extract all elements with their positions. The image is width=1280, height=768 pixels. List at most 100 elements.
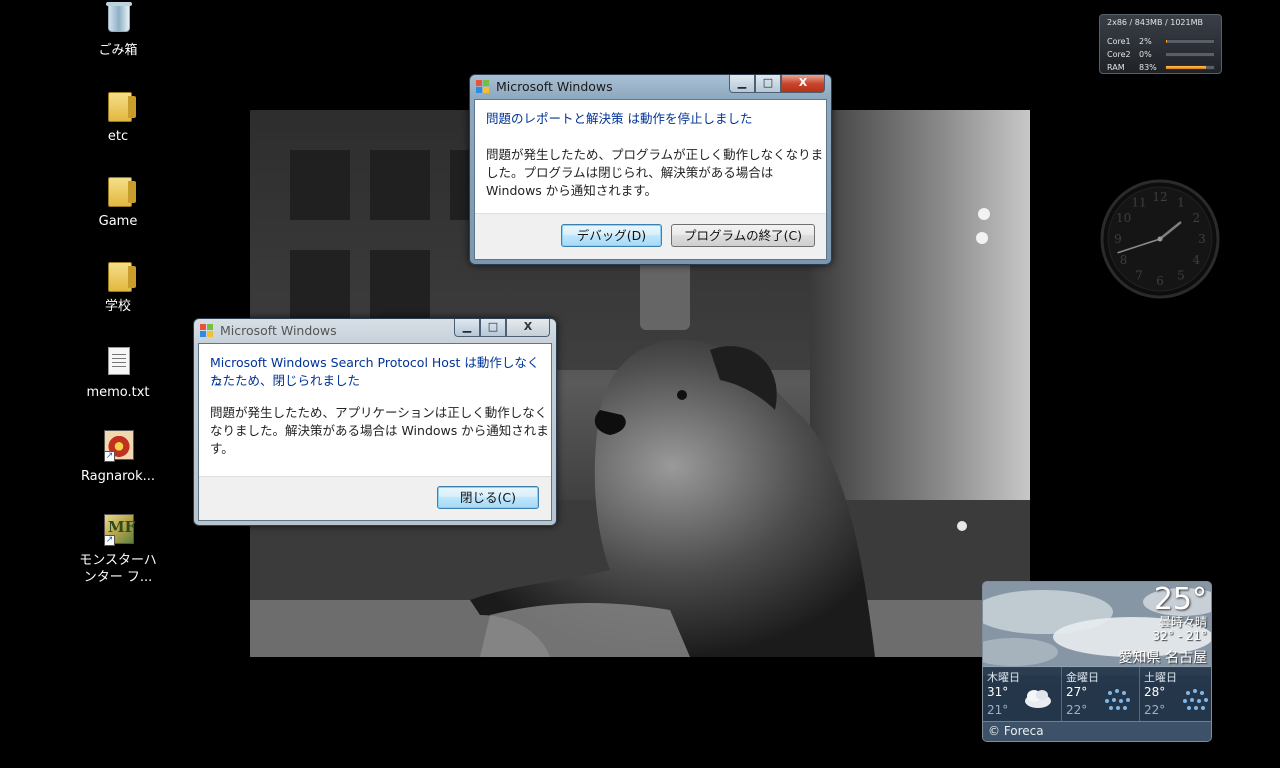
clock-number: 4: [1193, 253, 1201, 267]
desktop-icon-ragnarok[interactable]: ↗ Ragnarok...: [73, 430, 163, 485]
meter-header: 2x86 / 843MB / 1021MB: [1107, 18, 1203, 27]
monster-hunter-shortcut-icon: MF ↗: [102, 514, 135, 548]
body-text-line-1: 問題が発生したため、アプリケーションは正しく動作しなく: [210, 405, 548, 420]
cloud-icon: [1025, 690, 1051, 708]
close-button[interactable]: 閉じる(C): [437, 486, 539, 509]
forecast-day: 木曜日 31° 21°: [983, 667, 1057, 723]
desktop-icon-label: ごみ箱: [98, 43, 138, 58]
forecast-high: 31°: [987, 685, 1009, 699]
location: 愛知県 名古屋: [1118, 650, 1207, 666]
maximize-button[interactable]: □: [755, 75, 781, 93]
forecast-day-name: 木曜日: [987, 671, 1020, 684]
body-text-line-2: なりました。解決策がある場合は Windows から通知されま: [210, 423, 549, 438]
windows-logo-icon: [476, 80, 490, 94]
forecast-low: 22°: [1144, 703, 1166, 717]
clock-number: 12: [1152, 190, 1167, 204]
desktop-icon-monster-hunter[interactable]: MF ↗ モンスターハンター フ...: [73, 514, 163, 586]
title-bar[interactable]: Microsoft Windows ▁ □ X: [470, 75, 831, 99]
clock-number: 10: [1116, 211, 1131, 225]
windows-logo-icon: [200, 324, 214, 338]
forecast-low: 22°: [1066, 703, 1088, 717]
desktop-icon-label: モンスターハンター フ...: [79, 553, 157, 585]
window-title: Microsoft Windows: [496, 79, 613, 94]
forecast-strip: 木曜日 31° 21° 金曜日 27° 22° 土曜日 28° 22°: [983, 666, 1211, 723]
desktop-icon-memo-txt[interactable]: memo.txt: [73, 346, 163, 401]
clock-number: 5: [1177, 268, 1185, 282]
meter-percent: 2%: [1139, 37, 1152, 46]
meter-row-core1: Core1 2%: [1107, 37, 1217, 47]
clock-number: 11: [1131, 196, 1146, 210]
forecast-day-name: 土曜日: [1144, 671, 1177, 684]
meter-row-ram: RAM 83%: [1107, 63, 1217, 73]
folder-icon: [102, 90, 136, 124]
shortcut-arrow-icon: ↗: [104, 451, 115, 462]
close-button[interactable]: X: [506, 319, 550, 337]
clock-number: 8: [1120, 253, 1128, 267]
weather-condition: 曇時々晴: [1158, 615, 1207, 629]
title-bar[interactable]: Microsoft Windows ▁ □ X: [194, 319, 556, 343]
desktop-icon-label: memo.txt: [86, 385, 150, 400]
forecast-day: 金曜日 27° 22°: [1061, 667, 1135, 723]
clock-number: 1: [1177, 196, 1185, 210]
desktop-icon-game-folder[interactable]: Game: [73, 175, 163, 230]
recycle-bin-icon: [102, 2, 134, 38]
clock-number: 3: [1198, 232, 1206, 246]
weather-gadget[interactable]: 25° 曇時々晴 32° - 21° 愛知県 名古屋 木曜日 31° 21° 金…: [982, 581, 1212, 742]
window-title: Microsoft Windows: [220, 323, 337, 338]
desktop-icon-label: Game: [98, 214, 138, 229]
folder-icon: [102, 175, 136, 209]
meter-label: RAM: [1107, 63, 1125, 72]
forecast-low: 21°: [987, 703, 1009, 717]
meter-bar: [1165, 52, 1215, 57]
button-bar: 閉じる(C): [199, 476, 551, 520]
meter-percent: 83%: [1139, 63, 1157, 72]
desktop-icon-label: Ragnarok...: [80, 469, 156, 484]
dialog-content: Microsoft Windows Search Protocol Host は…: [198, 343, 552, 521]
clock-number: 6: [1156, 274, 1164, 288]
desktop-icon-school-folder[interactable]: 学校: [73, 260, 163, 315]
forecast-day-name: 金曜日: [1066, 671, 1099, 684]
body-text-line-2: した。プログラムは閉じられ、解決策がある場合は: [486, 165, 774, 180]
ragnarok-shortcut-icon: ↗: [102, 430, 134, 464]
current-temperature: 25°: [1153, 582, 1207, 617]
body-text-line-1: 問題が発生したため、プログラムが正しく動作しなくなりま: [486, 147, 824, 162]
meter-bar: [1165, 39, 1215, 44]
desktop-icon-etc-folder[interactable]: etc: [73, 90, 163, 145]
folder-icon: [102, 260, 136, 294]
forecast-day: 土曜日 28° 22°: [1139, 667, 1211, 723]
meter-label: Core2: [1107, 50, 1131, 59]
button-bar: デバッグ(D) プログラムの終了(C): [475, 213, 826, 259]
minimize-button[interactable]: ▁: [454, 319, 480, 337]
clock-gadget[interactable]: 12 1 2 3 4 5 6 7 8 9 10 11: [1100, 177, 1220, 301]
forecast-high: 27°: [1066, 685, 1088, 699]
rain-icon: [1105, 689, 1130, 710]
shortcut-arrow-icon: ↗: [104, 535, 115, 546]
body-text-line-3: Windows から通知されます。: [486, 183, 658, 198]
desktop-icon-recycle-bin[interactable]: ごみ箱: [73, 2, 163, 59]
meter-label: Core1: [1107, 37, 1131, 46]
close-program-button[interactable]: プログラムの終了(C): [671, 224, 815, 247]
clock-number: 9: [1114, 232, 1122, 246]
close-button[interactable]: X: [781, 75, 825, 93]
desktop[interactable]: ごみ箱 etc Game 学校 memo.txt ↗ Ragnarok... M…: [0, 0, 1280, 768]
main-instruction: 問題のレポートと解決策 は動作を停止しました: [486, 111, 753, 126]
clock-number: 7: [1135, 268, 1143, 282]
desktop-icon-label: 学校: [104, 299, 131, 314]
minimize-button[interactable]: ▁: [729, 75, 755, 93]
meter-bar: [1165, 65, 1215, 70]
cpu-meter-gadget[interactable]: 2x86 / 843MB / 1021MB Core1 2% Core2 0% …: [1099, 14, 1222, 74]
meter-percent: 0%: [1139, 50, 1152, 59]
dialog-content: 問題のレポートと解決策 は動作を停止しました 問題が発生したため、プログラムが正…: [474, 99, 827, 260]
debug-button[interactable]: デバッグ(D): [561, 224, 662, 247]
clock-number: 2: [1193, 211, 1201, 225]
error-dialog-search-protocol-host[interactable]: Microsoft Windows ▁ □ X Microsoft Window…: [193, 318, 557, 526]
text-file-icon: [102, 346, 134, 380]
body-text-line-3: す。: [210, 441, 234, 456]
forecast-high: 28°: [1144, 685, 1166, 699]
error-dialog-problem-reports[interactable]: Microsoft Windows ▁ □ X 問題のレポートと解決策 は動作を…: [469, 74, 832, 265]
meter-row-core2: Core2 0%: [1107, 50, 1217, 60]
desktop-icon-label: etc: [107, 129, 129, 144]
weather-credit-link[interactable]: © Foreca: [983, 721, 1211, 741]
main-instruction-line-2: ったため、閉じられました: [210, 373, 361, 388]
maximize-button[interactable]: □: [480, 319, 506, 337]
